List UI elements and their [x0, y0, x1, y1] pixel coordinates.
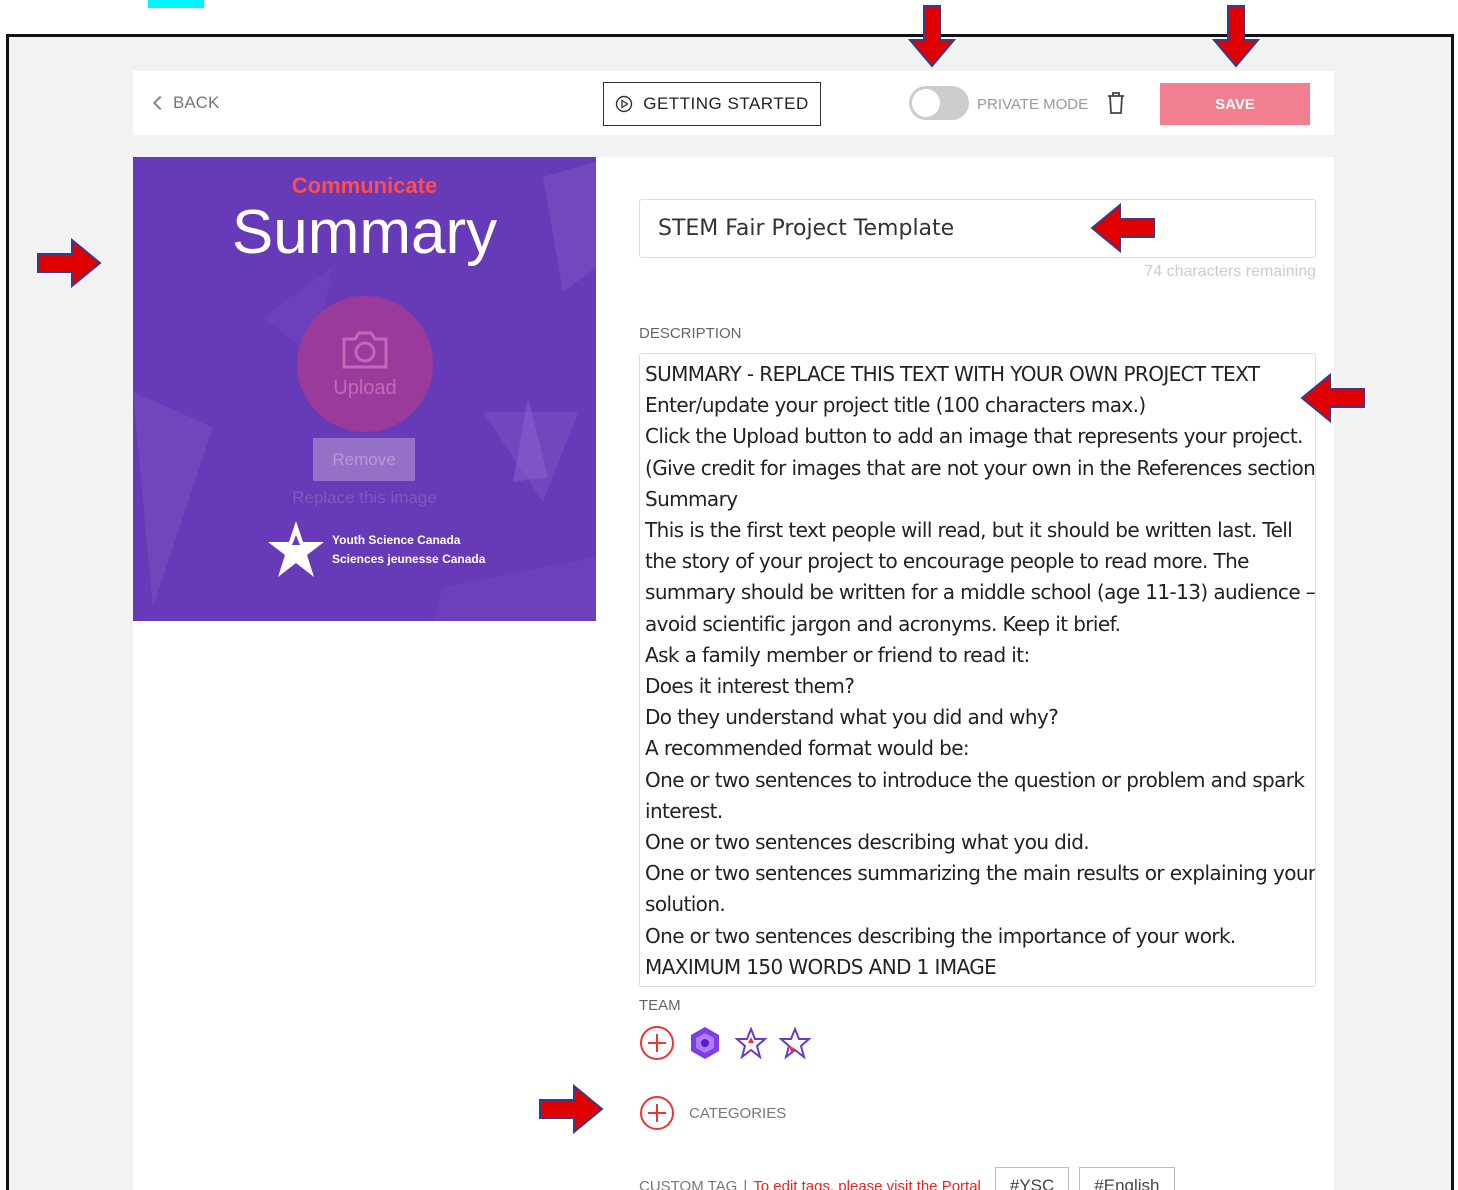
characters-remaining: 74 characters remaining	[1144, 263, 1316, 280]
description-line: One or two sentences to introduce the qu…	[645, 767, 1305, 792]
remove-image-button[interactable]: Remove	[313, 438, 415, 481]
description-label: DESCRIPTION	[639, 325, 742, 342]
description-line: A recommended format would be:	[645, 736, 970, 761]
description-line: Enter/update your project title (100 cha…	[645, 393, 1146, 418]
play-circle-icon	[616, 95, 633, 113]
description-line: Summary	[645, 486, 738, 511]
tag-ysc[interactable]: #YSC	[994, 1167, 1070, 1190]
team-member-avatar[interactable]	[687, 1025, 723, 1061]
description-line: This is the first text people will read,…	[645, 518, 1293, 543]
annotation-arrow-right	[539, 1084, 604, 1134]
getting-started-label: GETTING STARTED	[643, 94, 809, 113]
upload-button[interactable]: Upload	[297, 296, 433, 432]
camera-icon	[342, 331, 388, 368]
trash-icon[interactable]	[1106, 91, 1126, 115]
description-line: Do they understand what you did and why?	[645, 705, 1059, 730]
description-line: MAXIMUM 150 WORDS AND 1 IMAGE	[645, 954, 997, 979]
description-line: the story of your project to encourage p…	[645, 549, 1249, 574]
annotation-arrow-down	[1211, 5, 1261, 68]
top-toolbar: BACK GETTING STARTED PRIVATE MODE SAVE	[133, 71, 1334, 135]
custom-tag-label: CUSTOM TAG	[639, 1177, 738, 1190]
team-member-avatar[interactable]	[779, 1027, 811, 1059]
screenshot-frame: BACK GETTING STARTED PRIVATE MODE SAVE C…	[6, 34, 1454, 1190]
description-line: solution.	[645, 892, 726, 917]
description-line: SUMMARY - REPLACE THIS TEXT WITH YOUR OW…	[645, 362, 1260, 386]
description-line: avoid scientific jargon and acronyms. Ke…	[645, 611, 1121, 636]
custom-tag-separator: |	[743, 1177, 748, 1190]
description-line: One or two sentences describing the impo…	[645, 923, 1236, 948]
annotation-arrow-left	[1090, 203, 1155, 253]
logo-line-1: Youth Science Canada	[332, 533, 461, 547]
back-label: BACK	[173, 93, 220, 112]
custom-tag-row: CUSTOM TAG | To edit tags, please visit …	[639, 1167, 1175, 1190]
description-line: One or two sentences summarizing the mai…	[645, 861, 1316, 886]
team-label: TEAM	[639, 997, 681, 1014]
description-line: Click the Upload button to add an image …	[645, 424, 1304, 449]
project-title-input[interactable]	[639, 199, 1316, 258]
private-mode-toggle[interactable]	[909, 86, 969, 120]
project-editor: Communicate Summary Upload Remove Replac…	[133, 157, 1334, 1190]
getting-started-button[interactable]: GETTING STARTED	[603, 82, 821, 126]
highlight-marker	[148, 0, 204, 8]
categories-label: CATEGORIES	[689, 1104, 787, 1122]
description-line: One or two sentences describing what you…	[645, 830, 1090, 855]
toggle-knob	[912, 89, 940, 117]
description-line: summary should be written for a middle s…	[645, 580, 1316, 605]
back-button[interactable]: BACK	[152, 93, 220, 113]
add-category-icon	[640, 1096, 674, 1130]
add-categories-button[interactable]: CATEGORIES	[639, 1095, 786, 1131]
description-line: Does it interest them?	[645, 674, 855, 699]
team-member-avatar[interactable]	[735, 1027, 767, 1059]
annotation-arrow-right	[37, 238, 102, 288]
save-button[interactable]: SAVE	[1160, 83, 1310, 125]
annotation-arrow-down	[907, 5, 957, 68]
description-line: Ask a family member or friend to read it…	[645, 642, 1030, 667]
cover-title: Summary	[231, 198, 498, 267]
logo-line-2: Sciences jeunesse Canada	[332, 552, 486, 566]
cover-kicker: Communicate	[291, 173, 438, 198]
ysc-logo: Youth Science Canada Sciences jeunesse C…	[268, 521, 485, 579]
team-members	[639, 1025, 811, 1061]
replace-image-hint: Replace this image	[292, 488, 437, 507]
upload-label: Upload	[333, 376, 397, 399]
star-logo-icon	[268, 521, 324, 577]
cover-image: Communicate Summary Upload Remove Replac…	[133, 157, 596, 621]
annotation-arrow-left	[1300, 373, 1365, 423]
chevron-left-icon	[152, 95, 168, 111]
description-line: interest.	[645, 798, 723, 823]
private-mode-label: PRIVATE MODE	[977, 96, 1089, 113]
add-team-member-icon[interactable]	[639, 1025, 675, 1061]
description-line: (Give credit for images that are not you…	[645, 455, 1316, 480]
edit-tags-link[interactable]: To edit tags, please visit the Portal	[753, 1178, 981, 1190]
description-textarea[interactable]: SUMMARY - REPLACE THIS TEXT WITH YOUR OW…	[639, 353, 1316, 987]
tag-english: #English	[1079, 1167, 1175, 1190]
